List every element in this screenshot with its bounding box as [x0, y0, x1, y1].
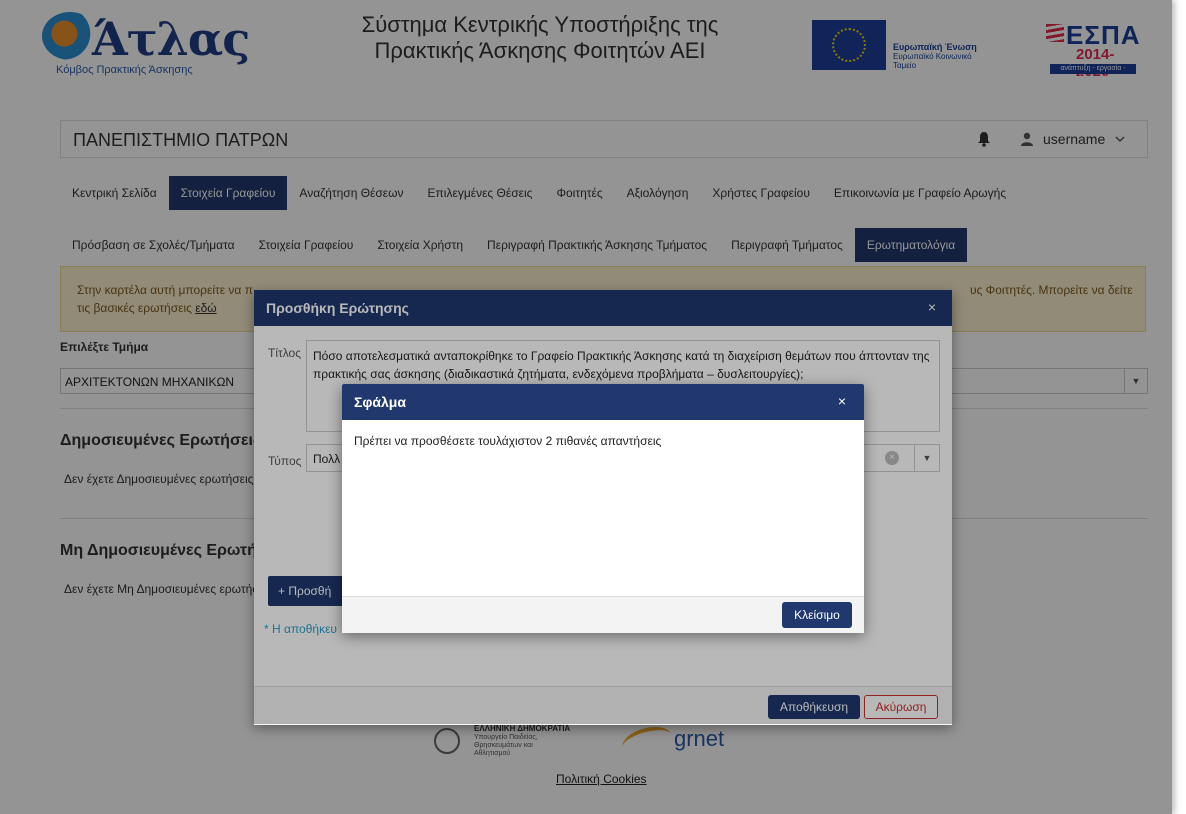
error-modal-footer: Κλείσιμο [342, 596, 864, 633]
error-modal: Σφάλμα × Πρέπει να προσθέσετε τουλάχιστο… [342, 384, 864, 633]
close-button[interactable]: Κλείσιμο [782, 602, 852, 628]
page: Άτλας Κόμβος Πρακτικής Άσκησης Σύστημα Κ… [0, 0, 1172, 814]
error-message: Πρέπει να προσθέσετε τουλάχιστον 2 πιθαν… [354, 434, 662, 448]
close-icon[interactable]: × [838, 393, 846, 409]
error-modal-header: Σφάλμα × [342, 384, 864, 420]
error-modal-title: Σφάλμα [354, 394, 406, 410]
